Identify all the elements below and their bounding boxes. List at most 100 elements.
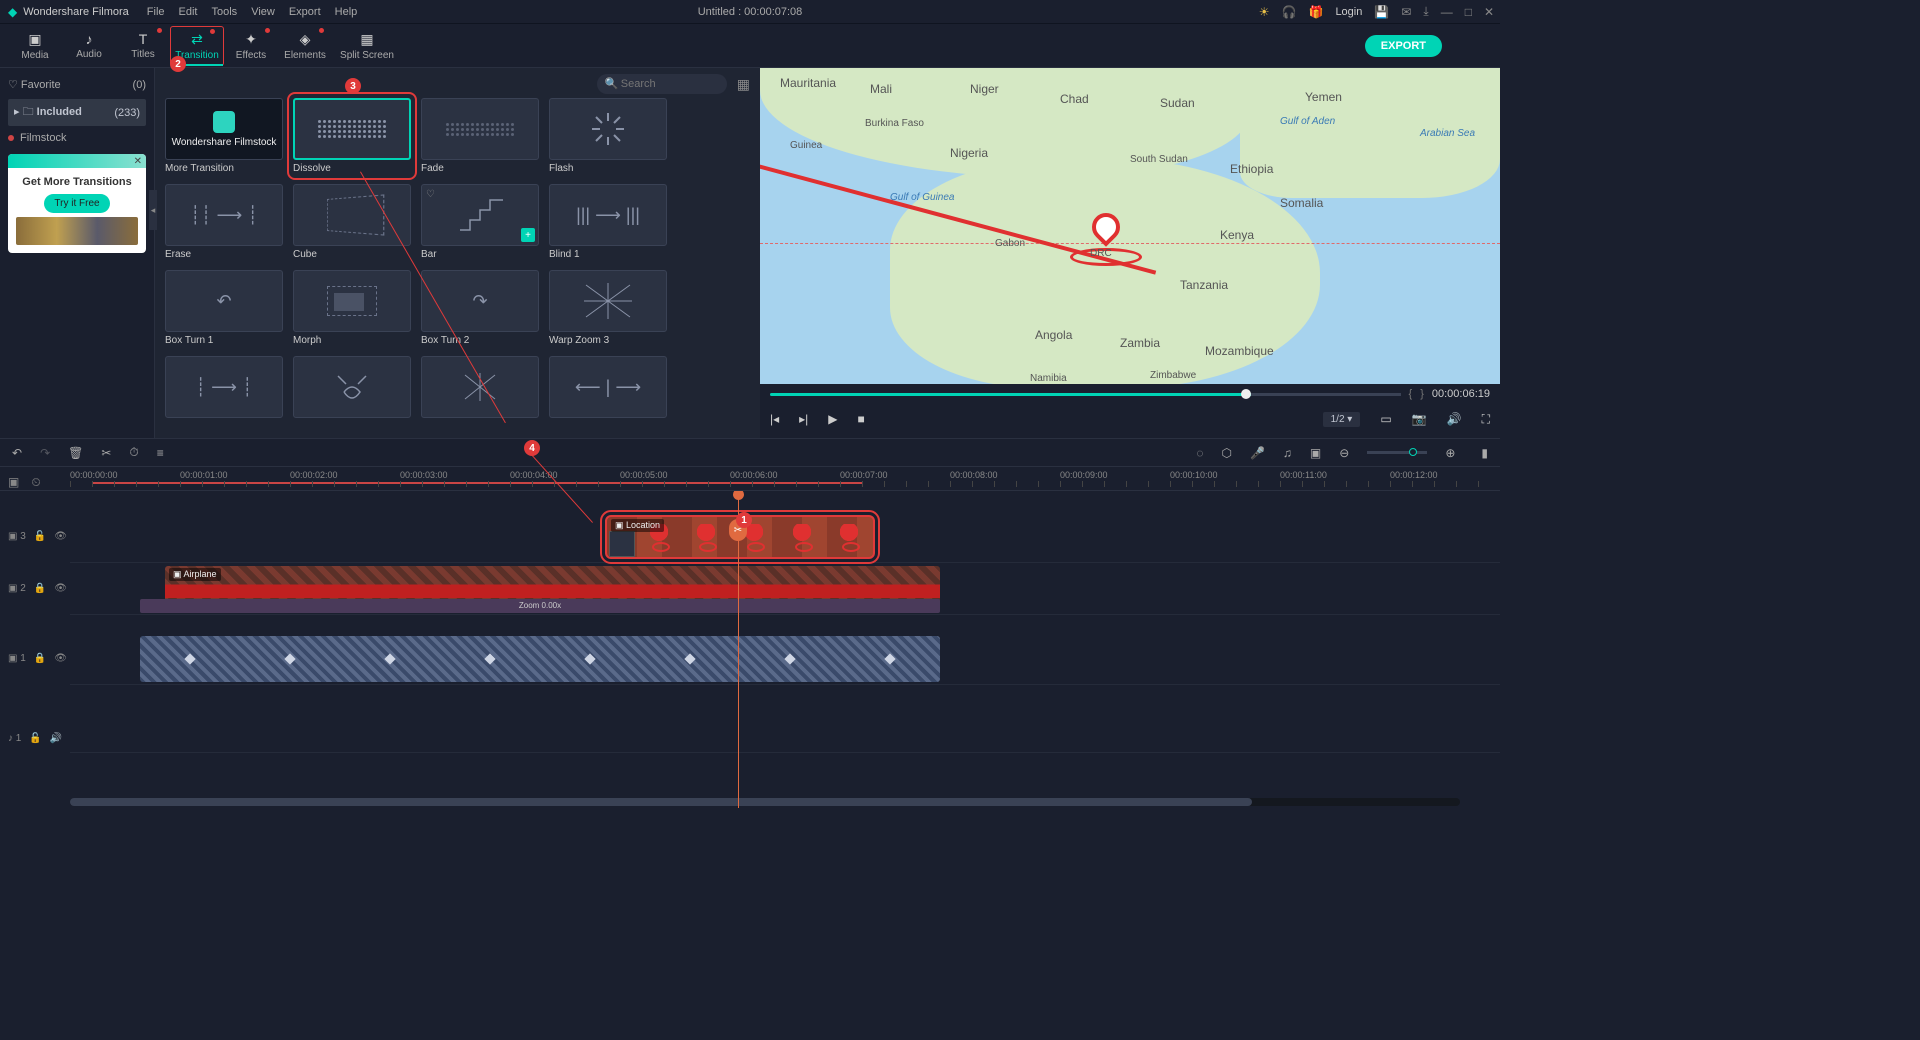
marker-icon[interactable]: ⬡: [1221, 446, 1231, 460]
transition-morph[interactable]: Morph: [293, 270, 411, 346]
sidebar-collapse-icon[interactable]: ◂: [149, 190, 157, 230]
menu-help[interactable]: Help: [335, 6, 358, 18]
prev-frame-icon[interactable]: |◂: [770, 412, 779, 426]
volume-icon[interactable]: 🔊: [1447, 412, 1462, 426]
timeline-tracks: ✂ ▣ 3🔓👁 ▣ Location ▣ 2🔒👁 ▣ Airplane Zoom…: [0, 491, 1500, 808]
delete-icon[interactable]: 🗑: [68, 446, 83, 460]
split-icon[interactable]: ✂: [101, 446, 111, 460]
visibility-icon[interactable]: 👁: [54, 583, 67, 594]
timeline-ruler[interactable]: 00:00:00:0000:00:01:0000:00:02:0000:00:0…: [0, 467, 1500, 491]
tab-split-screen[interactable]: ▦Split Screen: [332, 26, 402, 66]
promo-close-icon[interactable]: ✕: [134, 156, 142, 167]
zoom-out-icon[interactable]: ⊖: [1339, 446, 1349, 460]
stop-icon[interactable]: ■: [858, 412, 865, 426]
next-frame-icon[interactable]: ▸|: [799, 412, 808, 426]
preview-timecode: 00:00:06:19: [1432, 388, 1490, 400]
undo-icon[interactable]: ↶: [12, 446, 22, 460]
transition-blind1[interactable]: ||| ⟶ |||Blind 1: [549, 184, 667, 260]
transition-browser: 🔍 ▦ Wondershare FilmstockMore Transition…: [155, 68, 760, 438]
category-sidebar: ♡ Favorite (0) ▸ 🗀 Included (233) Filmst…: [0, 68, 155, 438]
tab-effects[interactable]: ✦Effects: [224, 26, 278, 66]
mail-icon[interactable]: ✉: [1401, 5, 1411, 19]
app-logo-icon: ◆: [8, 5, 17, 19]
timeline-settings-icon[interactable]: ▮: [1481, 446, 1488, 460]
timeline-hscroll[interactable]: [70, 798, 1460, 806]
export-button[interactable]: EXPORT: [1365, 35, 1442, 57]
transition-fade[interactable]: Fade: [421, 98, 539, 174]
snapshot-icon[interactable]: 📷: [1412, 412, 1427, 426]
transition-cube[interactable]: Cube: [293, 184, 411, 260]
transition-dissolve[interactable]: Dissolve: [291, 96, 413, 176]
preview-quality-icon[interactable]: ▭: [1380, 412, 1391, 426]
menu-export[interactable]: Export: [289, 6, 321, 18]
transition-row4-1[interactable]: ┊ ⟶ ┊: [165, 356, 283, 418]
tab-audio[interactable]: ♪Audio: [62, 26, 116, 66]
sidebar-included[interactable]: ▸ 🗀 Included (233): [8, 99, 146, 126]
zoom-slider[interactable]: [1367, 451, 1427, 454]
promo-try-button[interactable]: Try it Free: [44, 194, 109, 213]
heart-icon[interactable]: ♡: [426, 189, 435, 200]
menu-edit[interactable]: Edit: [179, 6, 198, 18]
track-video-1[interactable]: ▣ 1🔒👁: [70, 633, 1500, 685]
transition-flash[interactable]: Flash: [549, 98, 667, 174]
search-icon: 🔍: [605, 77, 619, 90]
transition-row4-2[interactable]: [293, 356, 411, 418]
transition-boxturn1[interactable]: ↶Box Turn 1: [165, 270, 283, 346]
zoom-in-icon[interactable]: ⊕: [1445, 446, 1455, 460]
transition-row4-3[interactable]: [421, 356, 539, 418]
tab-elements[interactable]: ◈Elements: [278, 26, 332, 66]
preview-scale-select[interactable]: 1/2 ▾: [1323, 412, 1361, 427]
speed-icon[interactable]: ⏱: [129, 445, 138, 460]
voiceover-icon[interactable]: 🎤: [1250, 446, 1265, 460]
save-icon[interactable]: 💾: [1374, 5, 1389, 19]
transition-more[interactable]: Wondershare FilmstockMore Transition: [165, 98, 283, 174]
lock-icon[interactable]: 🔓: [34, 531, 46, 542]
gift-icon[interactable]: 🎁: [1308, 5, 1323, 19]
transition-bar[interactable]: ♡+Bar: [421, 184, 539, 260]
render-icon[interactable]: ◌: [1196, 446, 1203, 460]
menu-file[interactable]: File: [147, 6, 165, 18]
lock-icon[interactable]: 🔓: [29, 733, 41, 744]
visibility-icon[interactable]: 👁: [54, 653, 67, 664]
sidebar-favorite[interactable]: ♡ Favorite (0): [8, 74, 146, 95]
lock-icon[interactable]: 🔒: [34, 583, 46, 594]
clip-zoom-label[interactable]: Zoom 0.00x: [140, 599, 940, 613]
playhead[interactable]: ✂: [738, 491, 739, 808]
annotation-3: 3: [345, 78, 361, 94]
transition-warpzoom3[interactable]: Warp Zoom 3: [549, 270, 667, 346]
lock-icon[interactable]: 🔒: [34, 653, 46, 664]
clip-map[interactable]: [140, 636, 940, 682]
window-maximize-icon[interactable]: □: [1465, 5, 1472, 19]
login-button[interactable]: Login: [1335, 6, 1362, 18]
add-icon[interactable]: +: [521, 228, 535, 242]
mute-icon[interactable]: 🔊: [50, 733, 62, 744]
grid-view-icon[interactable]: ▦: [737, 76, 750, 93]
fullscreen-icon[interactable]: ⛶: [1482, 412, 1490, 427]
menu-view[interactable]: View: [251, 6, 275, 18]
annotation-4: 4: [524, 440, 540, 456]
visibility-icon[interactable]: 👁: [54, 531, 67, 542]
preview-scrubber[interactable]: [770, 393, 1401, 396]
timeline-panel: ↶ ↷ 🗑 ✂ ⏱ ≡ ◌ ⬡ 🎤 ♫ ▣ ⊖ ⊕ ▮ ▣ ⏲ 00:00:00…: [0, 438, 1500, 808]
annotation-2: 2: [170, 56, 186, 72]
transition-row4-4[interactable]: ⟵ | ⟶: [549, 356, 667, 418]
tab-titles[interactable]: TTitles: [116, 26, 170, 66]
notification-icon[interactable]: ⤓: [1423, 4, 1428, 19]
track-video-3[interactable]: ▣ 3🔓👁 ▣ Location: [70, 511, 1500, 563]
transition-erase[interactable]: ┊┊ ⟶ ┊Erase: [165, 184, 283, 260]
window-minimize-icon[interactable]: —: [1441, 5, 1453, 19]
media-toolbar: ▣Media ♪Audio TTitles ⇄Transition ✦Effec…: [0, 24, 1500, 68]
window-close-icon[interactable]: ✕: [1484, 5, 1494, 19]
crop-icon[interactable]: ▣: [1310, 446, 1321, 460]
sidebar-filmstock[interactable]: Filmstock: [8, 132, 146, 144]
redo-icon[interactable]: ↷: [40, 446, 50, 460]
audio-mixer-icon[interactable]: ♫: [1283, 446, 1292, 460]
track-audio-1[interactable]: ♪ 1🔓🔊: [70, 725, 1500, 753]
adjust-icon[interactable]: ≡: [157, 446, 164, 460]
tab-media[interactable]: ▣Media: [8, 26, 62, 66]
headphones-icon[interactable]: 🎧: [1282, 5, 1297, 19]
play-icon[interactable]: ▶: [828, 412, 837, 426]
annotation-1: 1: [736, 512, 752, 528]
menu-tools[interactable]: Tools: [212, 6, 238, 18]
sun-icon[interactable]: ☀: [1259, 5, 1270, 19]
